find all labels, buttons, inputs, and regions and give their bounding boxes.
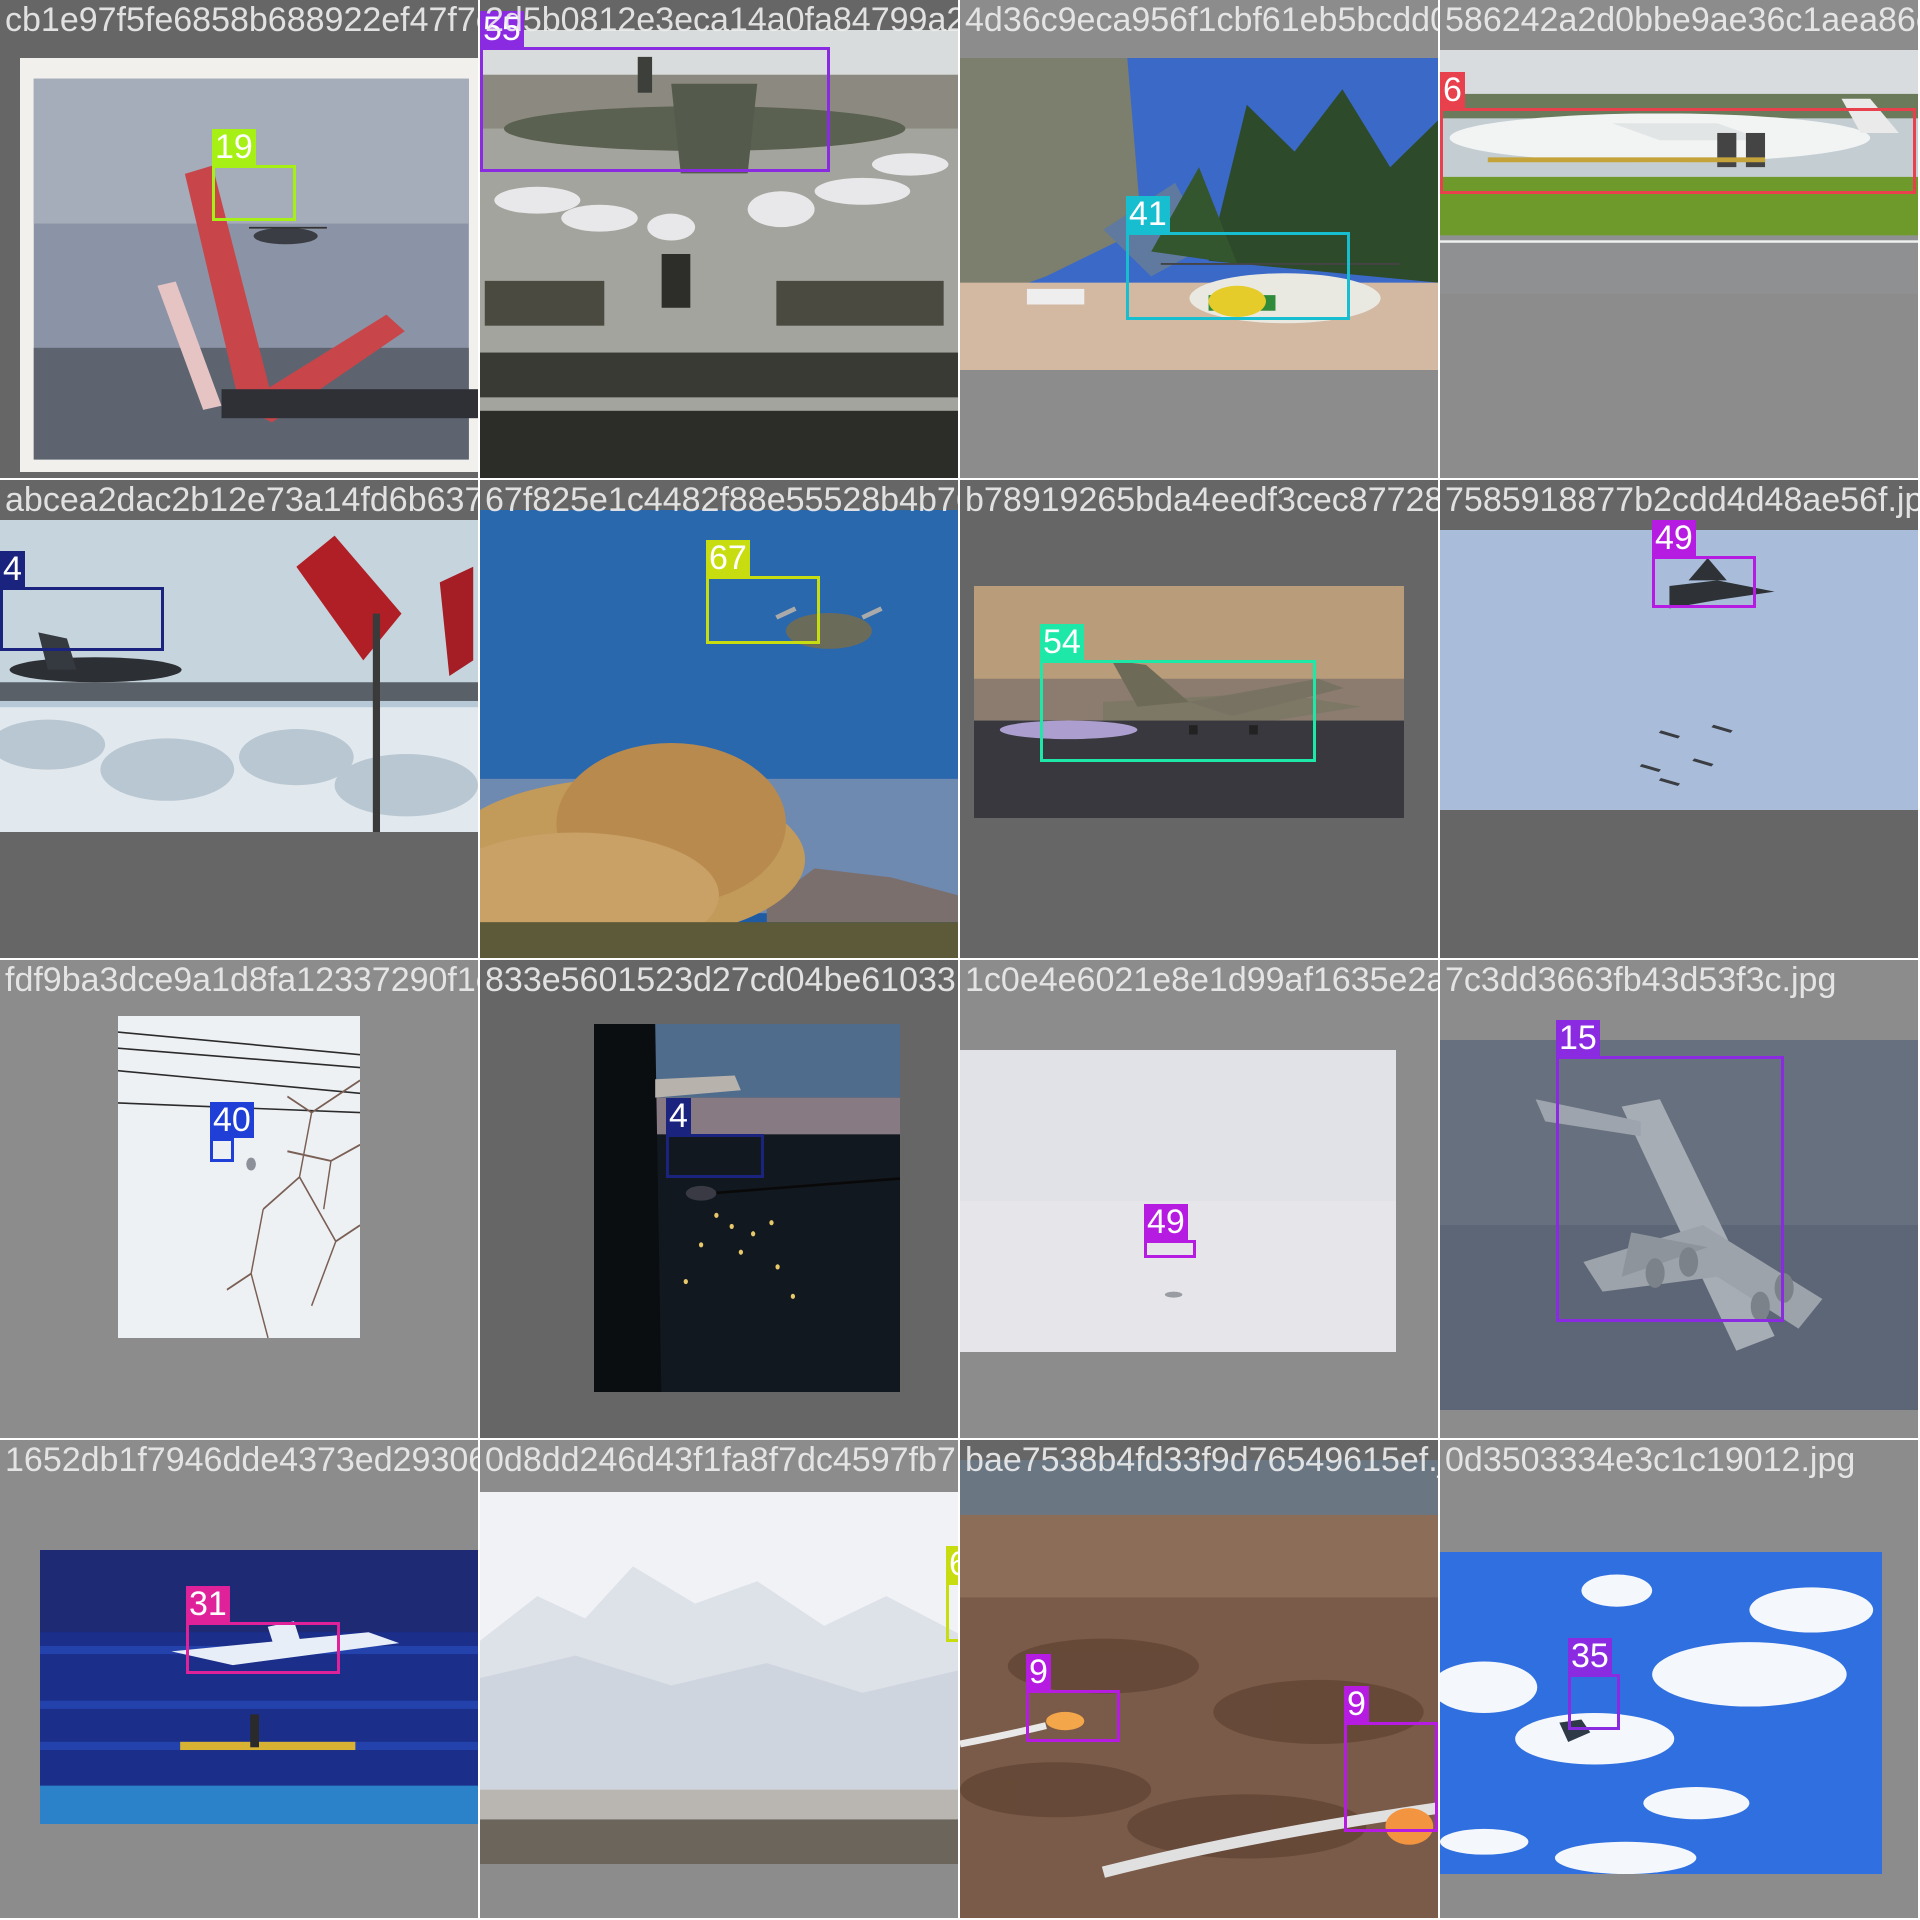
mosaic-tile: 0d8dd246d43f1fa8f7dc4597fb7.jpg 67 (480, 1440, 958, 1918)
image-filename: 586242a2d0bbe9ae36c1aea86e8f.jpg (1445, 1, 1918, 39)
mosaic-tile: 586242a2d0bbe9ae36c1aea86e8f.jpg 6 (1440, 0, 1918, 478)
mosaic-tile: abcea2dac2b12e73a14fd6b63789504fdd9.jpg 4 (0, 480, 478, 958)
image-filename: b78919265bda4eedf3cec87728069fe7.jpg (965, 481, 1438, 519)
mosaic-tile: 0d3503334e3c1c19012.jpg 35 (1440, 1440, 1918, 1918)
photo-tree-wires (118, 1016, 360, 1338)
class-label: 9 (1026, 1654, 1051, 1690)
bounding-box (1568, 1674, 1620, 1730)
class-label: 35 (1568, 1638, 1612, 1674)
image-filename: cb1e97f5fe6858b688922ef47f7e1083990d9a.j… (5, 1, 478, 39)
image-filename: 1652db1f7946dde4373ed29306952fa9.jpg (5, 1441, 478, 1479)
mosaic-tile: 2d5b0812e3eca14a0fa84799a21899e63f35.jpg… (480, 0, 958, 478)
class-label: 15 (1556, 1020, 1600, 1056)
bounding-box (186, 1622, 340, 1674)
bounding-box (946, 1582, 958, 1642)
bounding-box (706, 576, 820, 644)
class-label: 4 (0, 551, 25, 587)
mosaic-tile: fdf9ba3dce9a1d8fa12337290f1c5e6d.jpg 40 (0, 960, 478, 1438)
class-label: 49 (1144, 1204, 1188, 1240)
mosaic-grid: cb1e97f5fe6858b688922ef47f7e1083990d9a.j… (0, 0, 1920, 1920)
class-label: 54 (1040, 624, 1084, 660)
photo-hazy-mountains (480, 1492, 958, 1864)
bounding-box (666, 1134, 764, 1178)
image-filename: 7c3dd3663fb43d53f3c.jpg (1445, 961, 1837, 999)
bounding-box (1126, 232, 1350, 320)
bounding-box (1440, 108, 1916, 194)
image-filename: 2d5b0812e3eca14a0fa84799a21899e63f35.jpg (485, 1, 958, 39)
image-filename: abcea2dac2b12e73a14fd6b63789504fdd9.jpg (5, 481, 478, 519)
photo-cockpit-night (594, 1024, 900, 1392)
mosaic-tile: 1c0e4e6021e8e1d99af1635e2a0d.jpg 49 (960, 960, 1438, 1438)
image-filename: 4d36c9eca956f1cbf61eb5bcdd08a2a2a2b0.jpg (965, 1, 1438, 39)
mosaic-tile: bae7538b4fd33f9d76549615ef.jpg 9 9 (960, 1440, 1438, 1918)
mosaic-tile: cb1e97f5fe6858b688922ef47f7e1083990d9a.j… (0, 0, 478, 478)
photo-forest-helicopter (960, 58, 1438, 370)
mosaic-tile: 67f825e1c4482f88e55528b4b76f90d5.jpg 67 (480, 480, 958, 958)
mosaic-tile: 833e5601523d27cd04be610331485076.jpg 4 (480, 960, 958, 1438)
bounding-box (1344, 1722, 1438, 1832)
photo-cloud-sky (1440, 1552, 1882, 1874)
bounding-box (1556, 1056, 1784, 1322)
mosaic-tile: 1652db1f7946dde4373ed29306952fa9.jpg 31 (0, 1440, 478, 1918)
mosaic-tile: b78919265bda4eedf3cec87728069fe7.jpg 54 (960, 480, 1438, 958)
class-label: 9 (1344, 1686, 1369, 1722)
photo-anechoic-chamber (40, 1550, 478, 1824)
photo-pale-sky (960, 1050, 1396, 1352)
class-label: 31 (186, 1586, 230, 1622)
mosaic-tile: 7585918877b2cdd4d48ae56f.jpg 49 (1440, 480, 1918, 958)
photo-harrier-flags (0, 520, 478, 832)
image-filename: 7585918877b2cdd4d48ae56f.jpg (1445, 481, 1918, 519)
class-label: 67 (946, 1546, 958, 1582)
bounding-box (0, 587, 164, 651)
class-label: 41 (1126, 196, 1170, 232)
bounding-box (210, 1138, 234, 1162)
image-filename: 67f825e1c4482f88e55528b4b76f90d5.jpg (485, 481, 958, 519)
image-filename: 0d8dd246d43f1fa8f7dc4597fb7.jpg (485, 1441, 958, 1479)
mosaic-tile: 7c3dd3663fb43d53f3c.jpg 15 (1440, 960, 1918, 1438)
class-label: 19 (212, 129, 256, 165)
image-filename: 1c0e4e6021e8e1d99af1635e2a0d.jpg (965, 961, 1438, 999)
photo-tail-fin (20, 58, 478, 472)
image-filename: bae7538b4fd33f9d76549615ef.jpg (965, 1441, 1438, 1479)
class-label: 49 (1652, 520, 1696, 556)
bounding-box (212, 165, 296, 221)
bounding-box (1652, 556, 1756, 608)
bounding-box (1040, 660, 1316, 762)
image-filename: 0d3503334e3c1c19012.jpg (1445, 1441, 1856, 1479)
bounding-box (1026, 1690, 1120, 1742)
image-filename: 833e5601523d27cd04be610331485076.jpg (485, 961, 958, 999)
mosaic-tile: 4d36c9eca956f1cbf61eb5bcdd08a2a2a2b0.jpg… (960, 0, 1438, 478)
bounding-box (1144, 1240, 1196, 1258)
class-label: 4 (666, 1098, 691, 1134)
bounding-box (480, 47, 830, 172)
class-label: 40 (210, 1102, 254, 1138)
class-label: 67 (706, 540, 750, 576)
class-label: 6 (1440, 72, 1465, 108)
image-filename: fdf9ba3dce9a1d8fa12337290f1c5e6d.jpg (5, 961, 478, 999)
